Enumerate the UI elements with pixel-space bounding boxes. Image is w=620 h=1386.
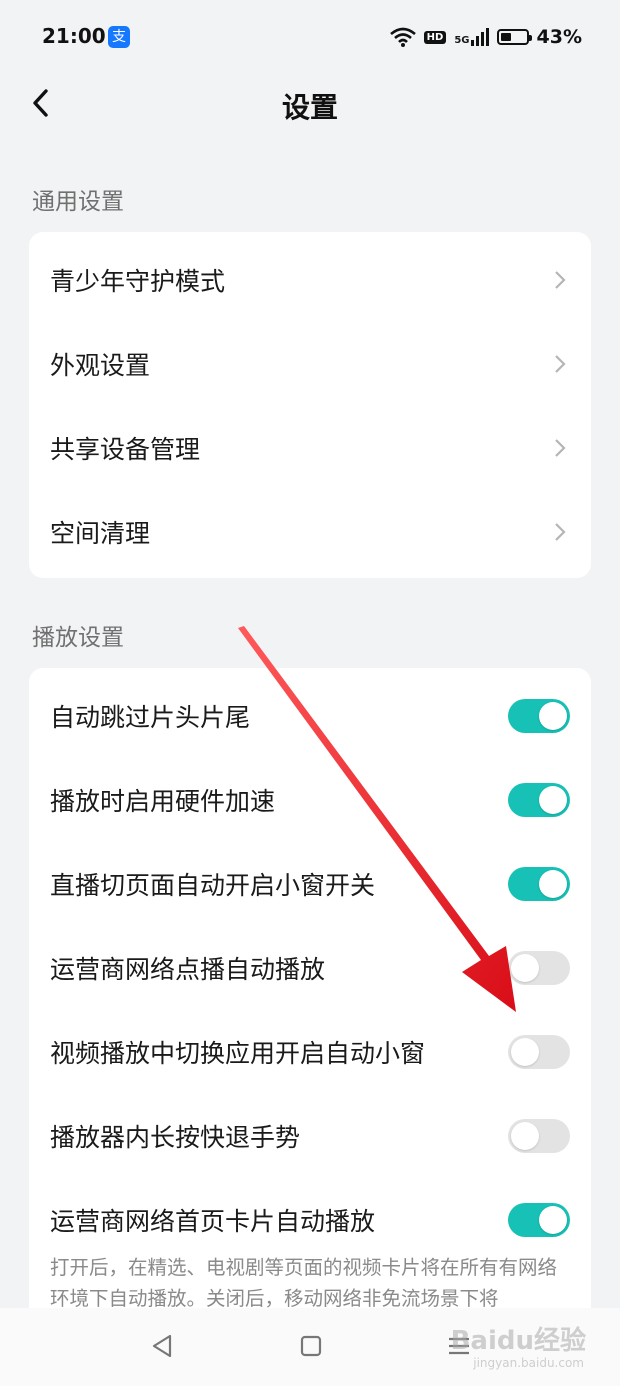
network-type: 5G [454, 35, 470, 46]
toggle-knob [539, 786, 567, 814]
settings-row-cellular-vod-autoplay: 运营商网络点播自动播放 [29, 926, 591, 1010]
row-label: 运营商网络点播自动播放 [50, 955, 326, 984]
setting-description: 打开后，在精选、电视剧等页面的视频卡片将在所有有网络环境下自动播放。关闭后，移动… [50, 1256, 558, 1310]
header: 设置 [0, 72, 620, 142]
chevron-right-icon [555, 271, 566, 289]
settings-row-youth-mode[interactable]: 青少年守护模式 [29, 238, 591, 322]
hd-icon: HD [423, 30, 447, 44]
row-label: 直播切页面自动开启小窗开关 [50, 871, 376, 900]
toggle-knob [539, 1206, 567, 1234]
settings-row-homepage-card-autoplay: 运营商网络首页卡片自动播放 [29, 1178, 591, 1262]
settings-row-hardware-accel: 播放时启用硬件加速 [29, 758, 591, 842]
playback-settings-card: 自动跳过片头片尾 播放时启用硬件加速 直播切页面自动开启小窗开关 运营商网络点播… [29, 668, 591, 1328]
settings-row-auto-mini-window: 视频播放中切换应用开启自动小窗 [29, 1010, 591, 1094]
row-label: 运营商网络首页卡片自动播放 [50, 1207, 376, 1236]
toggle-knob [511, 1122, 539, 1150]
system-icons: HD 5G 43% [389, 24, 582, 50]
row-label: 共享设备管理 [50, 435, 201, 464]
general-settings-card: 青少年守护模式 外观设置 共享设备管理 空间清理 [29, 232, 591, 578]
row-label: 空间清理 [50, 519, 151, 548]
section-heading-general: 通用设置 [32, 189, 124, 215]
toggle-switch[interactable] [508, 699, 570, 733]
toggle-knob [539, 702, 567, 730]
status-bar: 21:00 支 HD 5G 43% [0, 0, 620, 72]
page-title: 设置 [281, 91, 338, 124]
settings-row-storage-cleanup[interactable]: 空间清理 [29, 490, 591, 574]
row-label: 播放时启用硬件加速 [50, 787, 276, 816]
clock: 21:00 [42, 24, 106, 48]
row-label: 自动跳过片头片尾 [50, 703, 251, 732]
home-square-icon[interactable] [295, 1330, 327, 1362]
back-triangle-icon[interactable] [146, 1330, 178, 1362]
toggle-switch[interactable] [508, 867, 570, 901]
toggle-switch[interactable] [508, 1203, 570, 1237]
battery-percent: 43% [536, 26, 582, 48]
settings-row-shared-devices[interactable]: 共享设备管理 [29, 406, 591, 490]
row-label: 播放器内长按快退手势 [50, 1123, 301, 1152]
settings-row-skip-intro: 自动跳过片头片尾 [29, 674, 591, 758]
settings-row-appearance[interactable]: 外观设置 [29, 322, 591, 406]
row-label: 青少年守护模式 [50, 267, 226, 296]
toggle-knob [511, 1038, 539, 1066]
baidu-watermark: Baidu经验 [450, 1326, 586, 1356]
toggle-switch[interactable] [508, 1119, 570, 1153]
baidu-watermark-url: jingyan.baidu.com [473, 1356, 584, 1370]
row-label: 外观设置 [50, 351, 151, 380]
signal-bars-icon [470, 28, 489, 46]
alipay-notification-icon: 支 [108, 26, 130, 48]
row-label: 视频播放中切换应用开启自动小窗 [50, 1039, 426, 1068]
chevron-right-icon [555, 439, 566, 457]
settings-row-live-mini-window: 直播切页面自动开启小窗开关 [29, 842, 591, 926]
5g-signal-icon: 5G [454, 28, 489, 46]
toggle-switch[interactable] [508, 1035, 570, 1069]
chevron-right-icon [555, 355, 566, 373]
toggle-knob [539, 870, 567, 898]
toggle-switch[interactable] [508, 783, 570, 817]
battery-fill [500, 33, 511, 41]
section-heading-playback: 播放设置 [32, 625, 124, 651]
toggle-switch[interactable] [508, 951, 570, 985]
settings-row-long-press-rewind: 播放器内长按快退手势 [29, 1094, 591, 1178]
wifi-icon [389, 27, 416, 47]
battery-icon [496, 29, 532, 45]
chevron-right-icon [555, 523, 566, 541]
toggle-knob [511, 954, 539, 982]
